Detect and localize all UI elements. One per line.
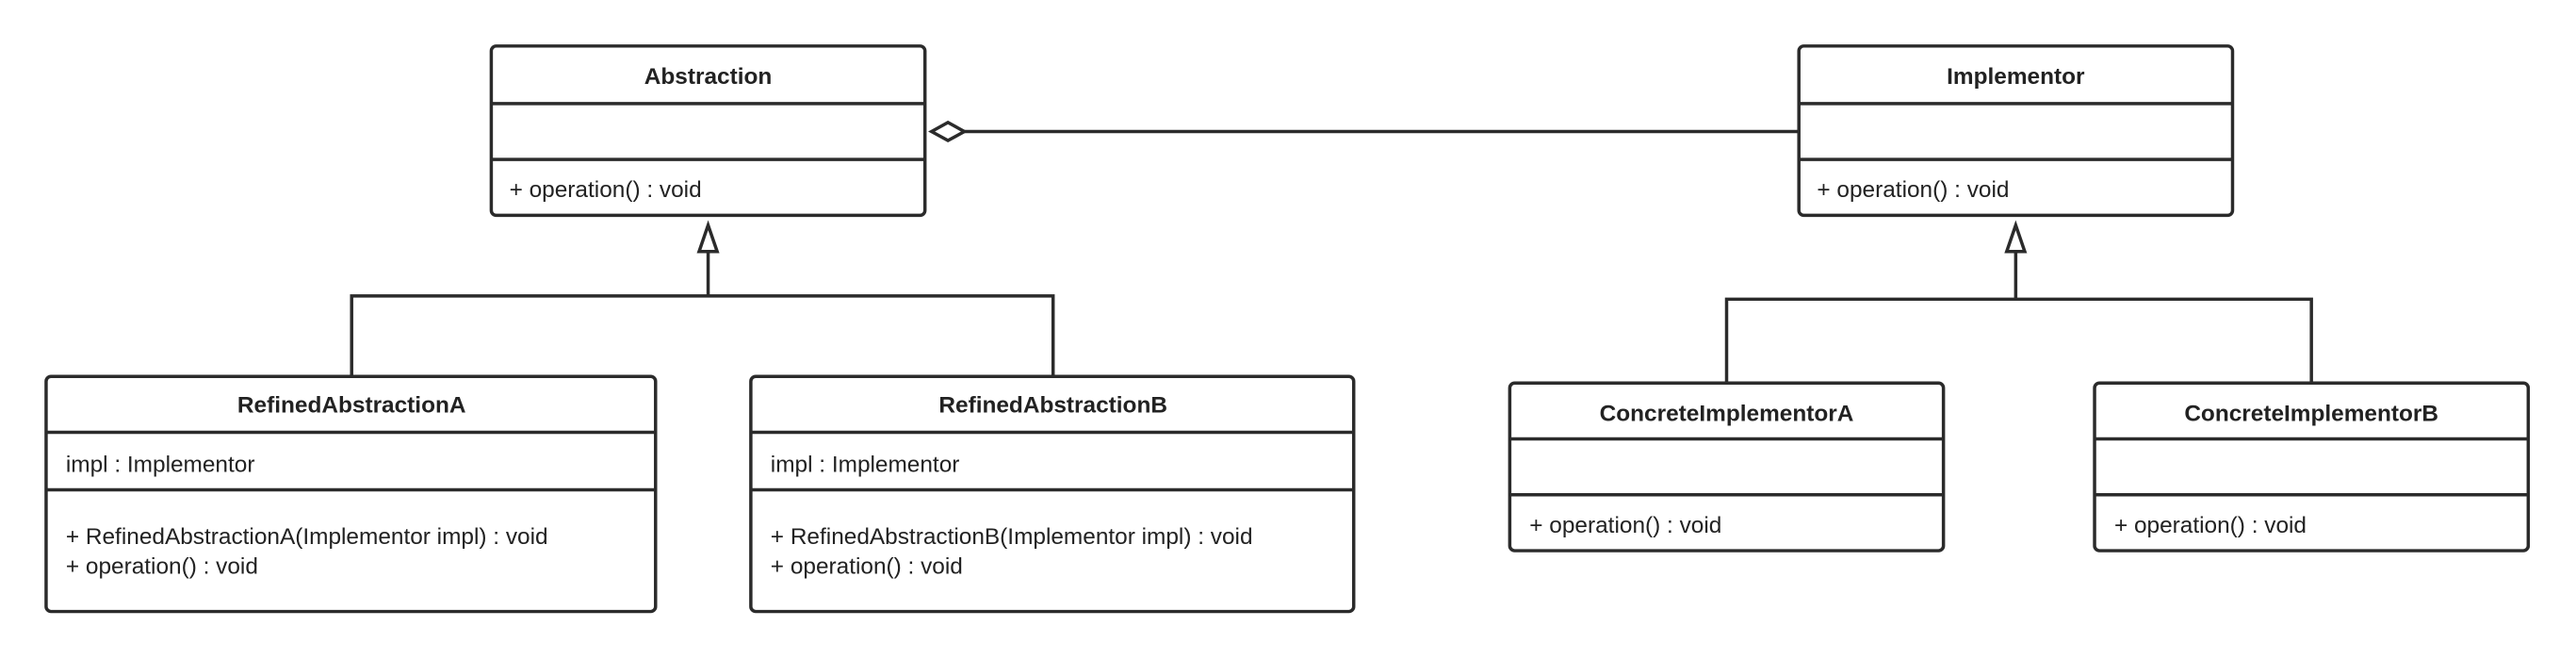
aggregation-diamond-icon: [928, 120, 969, 143]
class-abstraction[interactable]: Abstraction + operation() : void: [489, 44, 927, 218]
class-method: + operation() : void: [1529, 513, 1721, 538]
class-method: + RefinedAbstractionA(Implementor impl) …: [66, 524, 548, 550]
uml-class-diagram: Abstraction + operation() : void Impleme…: [44, 44, 2531, 614]
aggregation-abstraction-implementor: [928, 120, 1800, 143]
class-name: Implementor: [1947, 64, 2085, 90]
class-refined-abstraction-b[interactable]: RefinedAbstractionB impl : Implementor +…: [749, 374, 1356, 614]
class-method: + operation() : void: [2114, 513, 2307, 538]
class-name: ConcreteImplementorB: [2184, 401, 2438, 426]
class-name: Abstraction: [644, 64, 773, 90]
generalization-implementor: [1724, 220, 2313, 384]
class-refined-abstraction-a[interactable]: RefinedAbstractionA impl : Implementor +…: [44, 374, 658, 614]
class-name: ConcreteImplementorA: [1600, 401, 1854, 426]
class-implementor[interactable]: Implementor + operation() : void: [1797, 44, 2235, 218]
class-method: + operation() : void: [1817, 177, 2009, 203]
class-attribute: impl : Implementor: [771, 452, 960, 477]
inheritance-triangle-icon: [696, 220, 720, 254]
class-method: + operation() : void: [510, 177, 702, 203]
class-name: RefinedAbstractionB: [938, 393, 1167, 419]
class-attribute: impl : Implementor: [66, 452, 255, 477]
generalization-abstraction: [350, 220, 1055, 377]
class-method: + operation() : void: [771, 553, 963, 579]
class-concrete-implementor-b[interactable]: ConcreteImplementorB + operation() : voi…: [2093, 381, 2531, 553]
class-name: RefinedAbstractionA: [237, 393, 466, 419]
inheritance-triangle-icon: [2004, 220, 2028, 254]
class-method: + operation() : void: [66, 553, 258, 579]
class-method: + RefinedAbstractionB(Implementor impl) …: [771, 524, 1253, 550]
class-concrete-implementor-a[interactable]: ConcreteImplementorA + operation() : voi…: [1508, 381, 1946, 553]
